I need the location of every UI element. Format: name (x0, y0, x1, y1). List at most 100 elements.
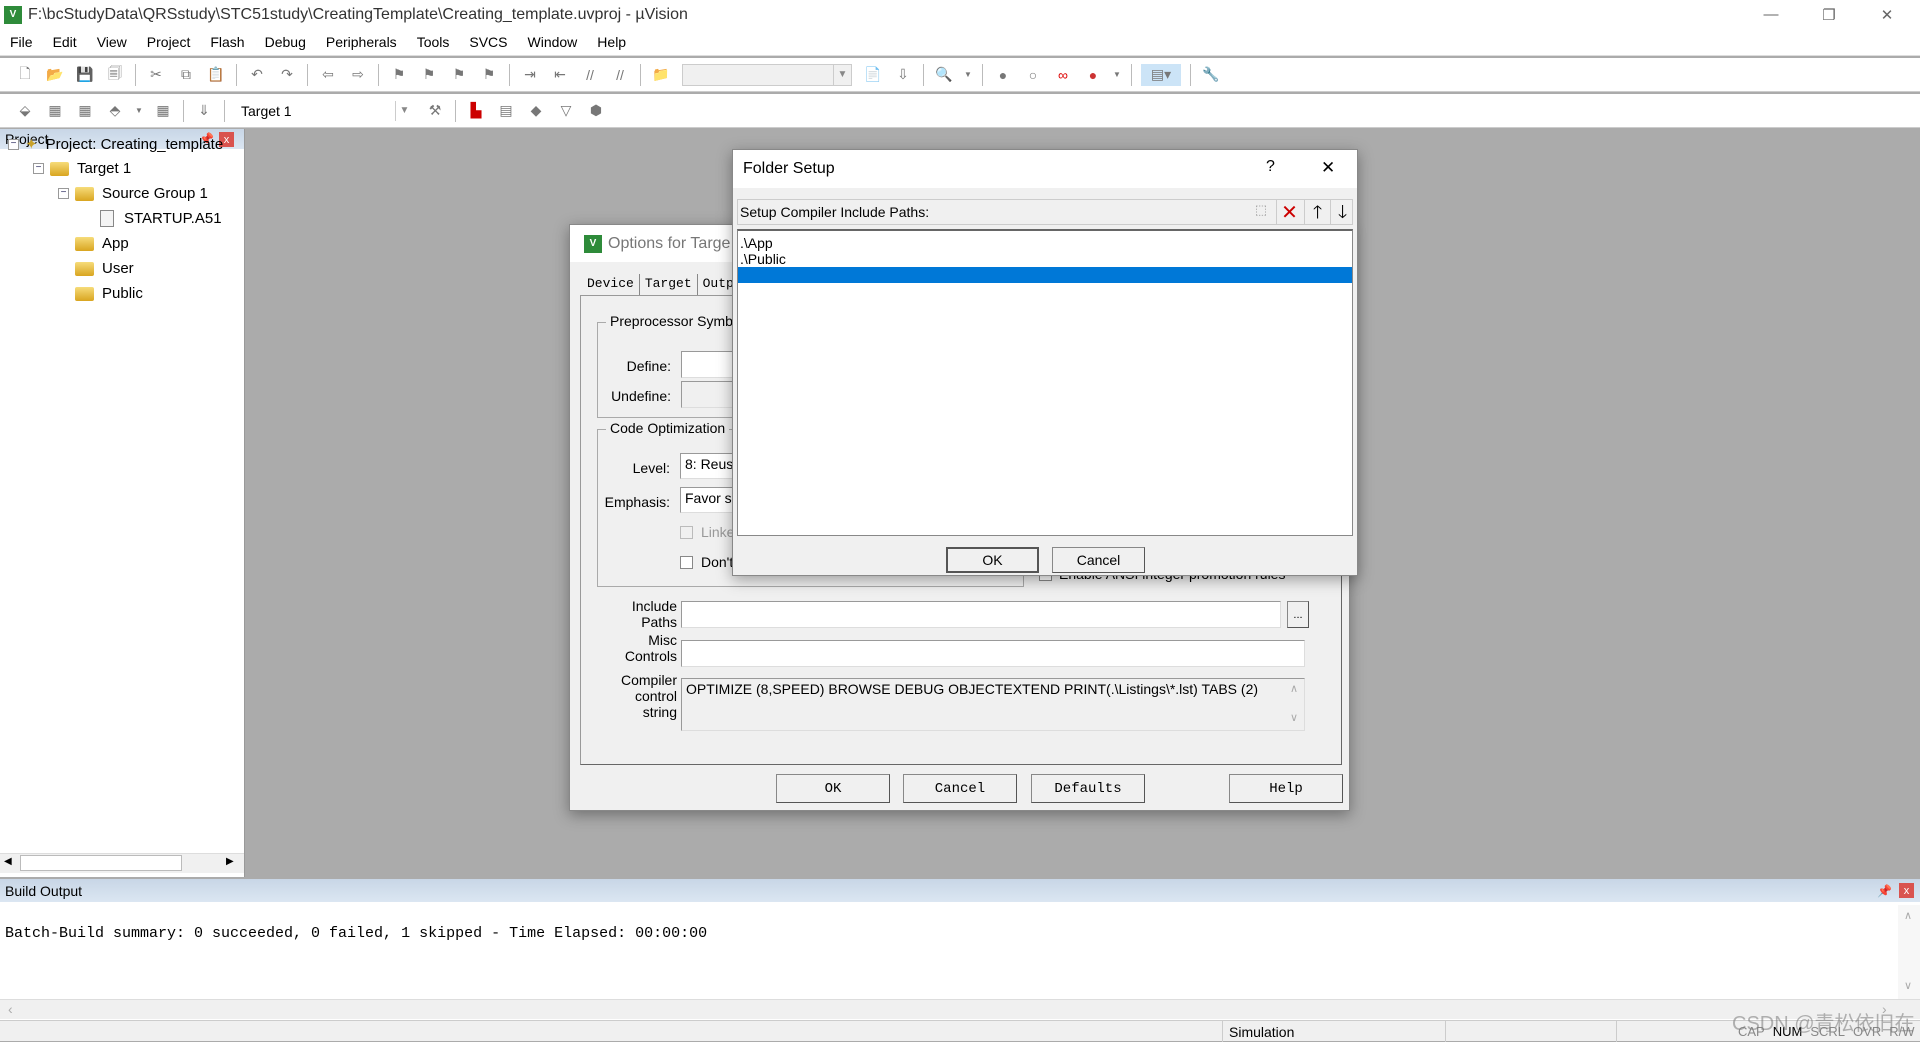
menu-debug[interactable]: Debug (255, 34, 316, 50)
unindent-icon[interactable]: ⇤ (549, 64, 571, 86)
disable-all-breakpoints-icon[interactable]: ∞ (1052, 64, 1074, 86)
wrench-icon[interactable]: 🔧 (1200, 64, 1222, 86)
help-icon[interactable]: ? (1266, 158, 1275, 176)
scrollbar-thumb[interactable] (20, 855, 182, 871)
kill-breakpoints-icon[interactable]: ● (1082, 64, 1104, 86)
translate-icon[interactable]: ⬙ (14, 100, 36, 122)
tree-item[interactable]: App (58, 235, 129, 252)
manage-rte-icon[interactable]: ▽ (555, 100, 577, 122)
tree-item[interactable]: STARTUP.A51 (83, 210, 222, 227)
undo-icon[interactable]: ↶ (246, 64, 268, 86)
stop-build-icon[interactable]: ▦ (152, 100, 174, 122)
menu-window[interactable]: Window (518, 34, 588, 50)
select-software-packs-icon[interactable]: ▤ (495, 100, 517, 122)
ok-button[interactable]: OK (776, 774, 890, 803)
tree-item[interactable]: User (58, 260, 134, 277)
include-paths-list[interactable]: .\App .\Public (737, 229, 1353, 536)
collapse-icon[interactable]: − (33, 163, 44, 174)
comment-icon[interactable]: // (579, 64, 601, 86)
help-button[interactable]: Help (1229, 774, 1343, 803)
path-list-item[interactable] (738, 267, 1352, 283)
window-layout-icon[interactable]: ▤▾ (1141, 63, 1181, 86)
chevron-down-icon[interactable]: ▼ (1112, 64, 1122, 86)
menu-view[interactable]: View (87, 34, 137, 50)
breakpoint-icon[interactable]: ● (992, 64, 1014, 86)
scroll-down-icon[interactable]: ∨ (1904, 979, 1912, 992)
close-button[interactable]: ✕ (1858, 0, 1916, 29)
uncomment-icon[interactable]: // (609, 64, 631, 86)
browse-include-paths-button[interactable]: ... (1287, 601, 1309, 628)
back-icon[interactable]: ⇦ (317, 64, 339, 86)
scroll-up-icon[interactable]: ∧ (1904, 909, 1912, 922)
close-icon[interactable]: ✕ (1321, 158, 1335, 178)
menu-file[interactable]: File (0, 34, 43, 50)
menu-help[interactable]: Help (587, 34, 636, 50)
chevron-down-icon[interactable]: ▼ (833, 64, 851, 85)
vertical-scrollbar[interactable]: ∧ ∨ (1898, 905, 1920, 999)
scroll-up-icon[interactable]: ∧ (1290, 682, 1298, 695)
move-down-icon[interactable]: 🡓 (1330, 200, 1354, 224)
tree-item[interactable]: − Target 1 (33, 160, 131, 177)
path-list-item[interactable]: .\Public (738, 251, 1352, 267)
move-up-icon[interactable]: 🡑 (1304, 200, 1330, 224)
include-paths-input[interactable] (681, 601, 1281, 628)
scroll-left-icon[interactable]: ◀ (4, 856, 12, 867)
batch-build-icon[interactable]: ⬘ (104, 100, 126, 122)
save-icon[interactable]: 💾 (74, 64, 96, 86)
rebuild-icon[interactable]: ▦ (74, 100, 96, 122)
find-in-files-icon[interactable]: 📁 (650, 64, 672, 86)
new-folder-icon[interactable]: ⬚ (1250, 202, 1272, 222)
tab-device[interactable]: Device (582, 274, 640, 296)
folder-ok-button[interactable]: OK (946, 547, 1039, 573)
path-list-item[interactable]: .\App (738, 235, 1352, 251)
manage-components-icon[interactable]: ▙ (465, 100, 487, 122)
collapse-icon[interactable]: − (58, 188, 69, 199)
menu-peripherals[interactable]: Peripherals (316, 34, 407, 50)
tree-item[interactable]: Public (58, 285, 143, 302)
collapse-icon[interactable]: − (8, 138, 19, 150)
delete-icon[interactable]: ✕ (1276, 200, 1302, 224)
tree-item[interactable]: − ✦ Project: Creating_template (8, 135, 223, 153)
chevron-down-icon[interactable]: ▼ (963, 64, 973, 86)
menu-flash[interactable]: Flash (200, 34, 254, 50)
menu-edit[interactable]: Edit (43, 34, 87, 50)
horizontal-scrollbar[interactable]: ‹ › (0, 999, 1920, 1019)
new-file-icon[interactable]: 🗋 (14, 64, 36, 86)
chevron-down-icon[interactable]: ▼ (395, 100, 413, 121)
find-icon[interactable]: 📄 (862, 64, 884, 86)
copy-icon[interactable]: ⧉ (175, 64, 197, 86)
target-select[interactable]: Target 1 ▼ (236, 99, 414, 122)
defaults-button[interactable]: Defaults (1031, 774, 1145, 803)
build-icon[interactable]: ▦ (44, 100, 66, 122)
target-options-icon[interactable]: ⚒ (424, 100, 446, 122)
folder-cancel-button[interactable]: Cancel (1052, 547, 1145, 573)
restore-button[interactable]: ❐ (1800, 0, 1858, 29)
clear-bookmarks-icon[interactable]: ⚑ (478, 64, 500, 86)
next-bookmark-icon[interactable]: ⚑ (448, 64, 470, 86)
pack-icon[interactable]: ⬢ (585, 100, 607, 122)
paste-icon[interactable]: 📋 (205, 64, 227, 86)
download-icon[interactable]: ⇓ (193, 100, 215, 122)
indent-icon[interactable]: ⇥ (519, 64, 541, 86)
scroll-down-icon[interactable]: ∨ (1290, 711, 1298, 724)
prev-bookmark-icon[interactable]: ⚑ (418, 64, 440, 86)
menu-tools[interactable]: Tools (407, 34, 460, 50)
forward-icon[interactable]: ⇨ (347, 64, 369, 86)
horizontal-scrollbar[interactable]: ◀ ▶ (0, 853, 244, 873)
linker-code-packing-checkbox[interactable] (680, 526, 693, 539)
disable-breakpoint-icon[interactable]: ○ (1022, 64, 1044, 86)
dont-use-absolute-checkbox[interactable] (680, 556, 693, 569)
tree-item[interactable]: − Source Group 1 (58, 185, 208, 202)
bookmark-icon[interactable]: ⚑ (388, 64, 410, 86)
cut-icon[interactable]: ✂ (145, 64, 167, 86)
scroll-right-icon[interactable]: ▶ (226, 856, 234, 867)
pack-installer-icon[interactable]: ◆ (525, 100, 547, 122)
open-icon[interactable]: 📂 (44, 64, 66, 86)
scroll-left-icon[interactable]: ‹ (8, 1001, 13, 1017)
find-combo[interactable]: ▼ (682, 63, 852, 86)
misc-controls-input[interactable] (681, 640, 1305, 667)
minimize-button[interactable]: — (1742, 0, 1800, 29)
tab-target[interactable]: Target (640, 274, 698, 296)
menu-project[interactable]: Project (137, 34, 201, 50)
incremental-find-icon[interactable]: ⇩ (892, 64, 914, 86)
